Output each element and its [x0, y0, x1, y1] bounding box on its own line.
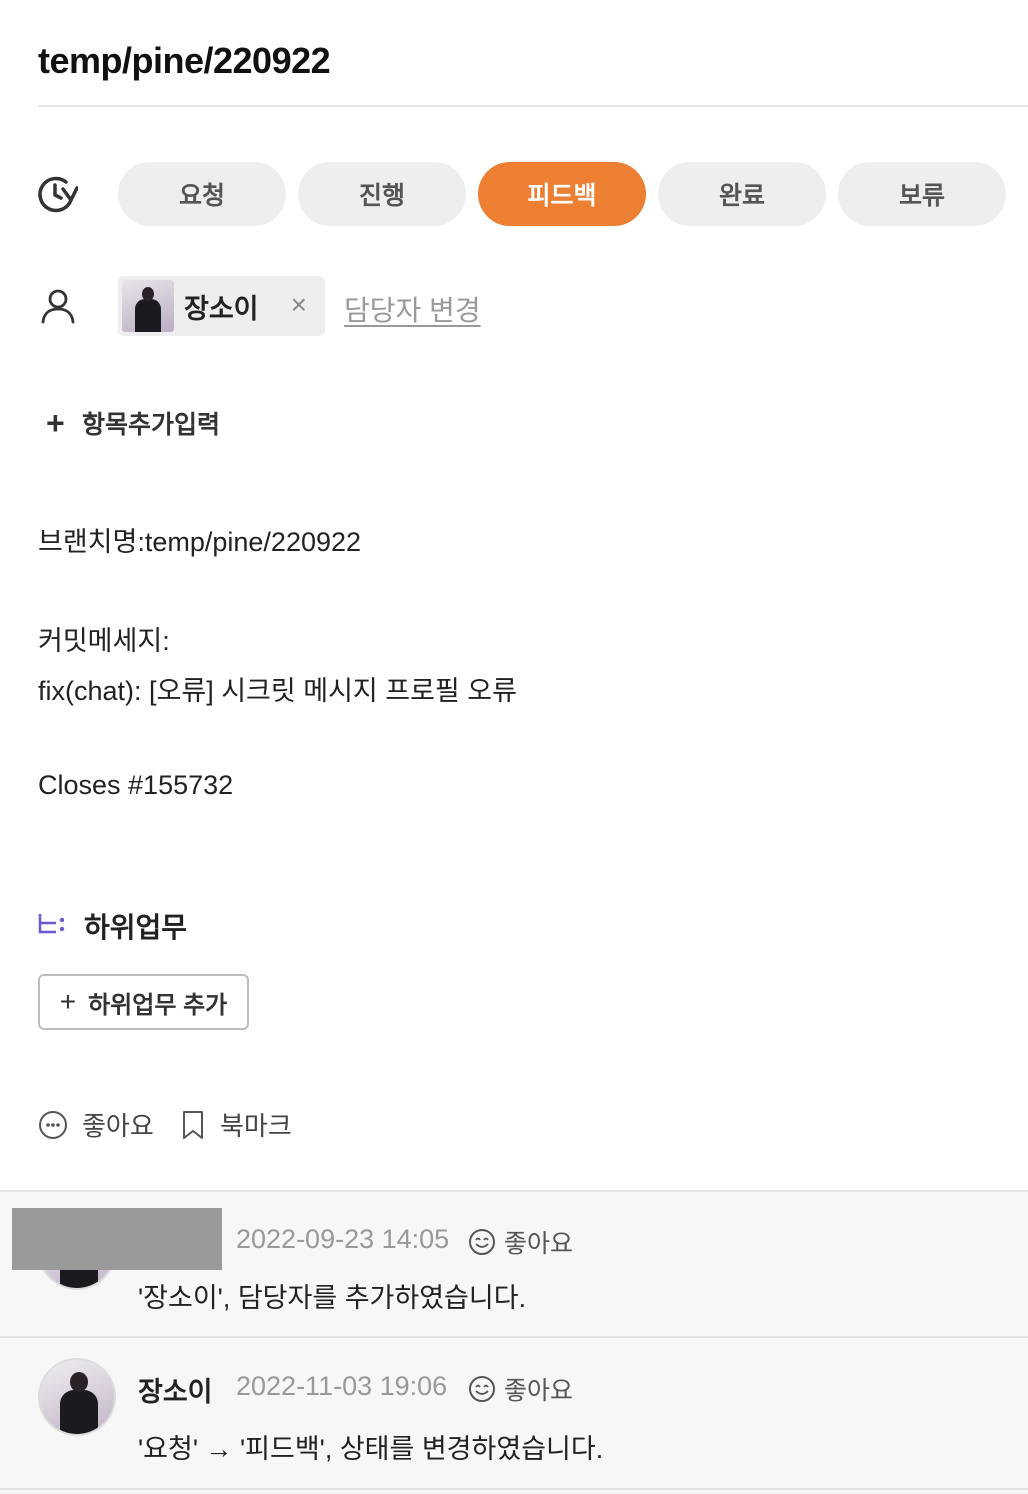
description-line: 브랜치명:temp/pine/220922: [38, 527, 362, 557]
comment-like-button[interactable]: 좋아요: [468, 1371, 573, 1407]
comment-like-label: 좋아요: [504, 1230, 574, 1258]
add-field-button[interactable]: + 항목추가입력: [46, 405, 220, 441]
comment-author: 장소이: [138, 1377, 213, 1407]
status-history-icon: [38, 176, 78, 213]
comment-divider: [0, 1488, 1028, 1490]
add-subtask-label: 하위업무 추가: [88, 991, 228, 1019]
description-line: 커밋메세지:: [38, 626, 170, 656]
like-label: 좋아요: [82, 1111, 154, 1141]
comment-divider: [0, 1336, 1028, 1338]
person-icon: [41, 289, 75, 324]
status-option-request[interactable]: 요청: [118, 162, 286, 226]
smile-icon: [469, 1229, 495, 1255]
change-assignee-link[interactable]: 담당자 변경: [344, 289, 481, 329]
assignee-avatar: [122, 280, 174, 332]
title-divider: [38, 105, 1028, 107]
status-option-done[interactable]: 완료: [658, 162, 826, 226]
comment-timestamp: 2022-11-03 19:06: [236, 1371, 448, 1401]
comment-timestamp: 2022-09-23 14:05: [236, 1224, 450, 1254]
bookmark-label: 북마크: [220, 1111, 292, 1141]
assignee-chip[interactable]: 장소이 ×: [118, 276, 325, 336]
description-line: fix(chat): [오류] 시크릿 메시지 프로필 오류: [38, 676, 517, 706]
status-option-feedback[interactable]: 피드백: [478, 162, 646, 226]
plus-icon: +: [59, 986, 77, 1017]
status-option-hold[interactable]: 보류: [838, 162, 1006, 226]
plus-icon: +: [46, 405, 65, 441]
assignee-name: 장소이: [184, 293, 259, 324]
comment-avatar[interactable]: [38, 1358, 116, 1436]
add-subtask-button[interactable]: + 하위업무 추가: [38, 974, 249, 1030]
bookmark-icon: [183, 1110, 203, 1139]
smile-icon: [39, 1110, 67, 1139]
comment-text: '장소이', 담당자를 추가하였습니다.: [138, 1283, 527, 1313]
add-field-label: 항목추가입력: [82, 411, 221, 439]
description-line: Closes #155732: [38, 770, 234, 800]
redacted-author: [12, 1208, 222, 1270]
subtasks-title: 하위업무: [84, 912, 188, 943]
bookmark-button[interactable]: 북마크: [180, 1106, 292, 1143]
comment-like-label: 좋아요: [504, 1377, 574, 1405]
smile-icon: [469, 1376, 495, 1402]
comment-like-button[interactable]: 좋아요: [468, 1224, 573, 1260]
status-option-in-progress[interactable]: 진행: [298, 162, 466, 226]
task-title: temp/pine/220922: [38, 40, 331, 81]
like-button[interactable]: 좋아요: [38, 1106, 154, 1143]
comment-text: '요청' → '피드백', 상태를 변경하였습니다.: [138, 1434, 604, 1464]
subtask-icon: [38, 914, 65, 934]
remove-assignee-icon[interactable]: ×: [291, 290, 307, 320]
